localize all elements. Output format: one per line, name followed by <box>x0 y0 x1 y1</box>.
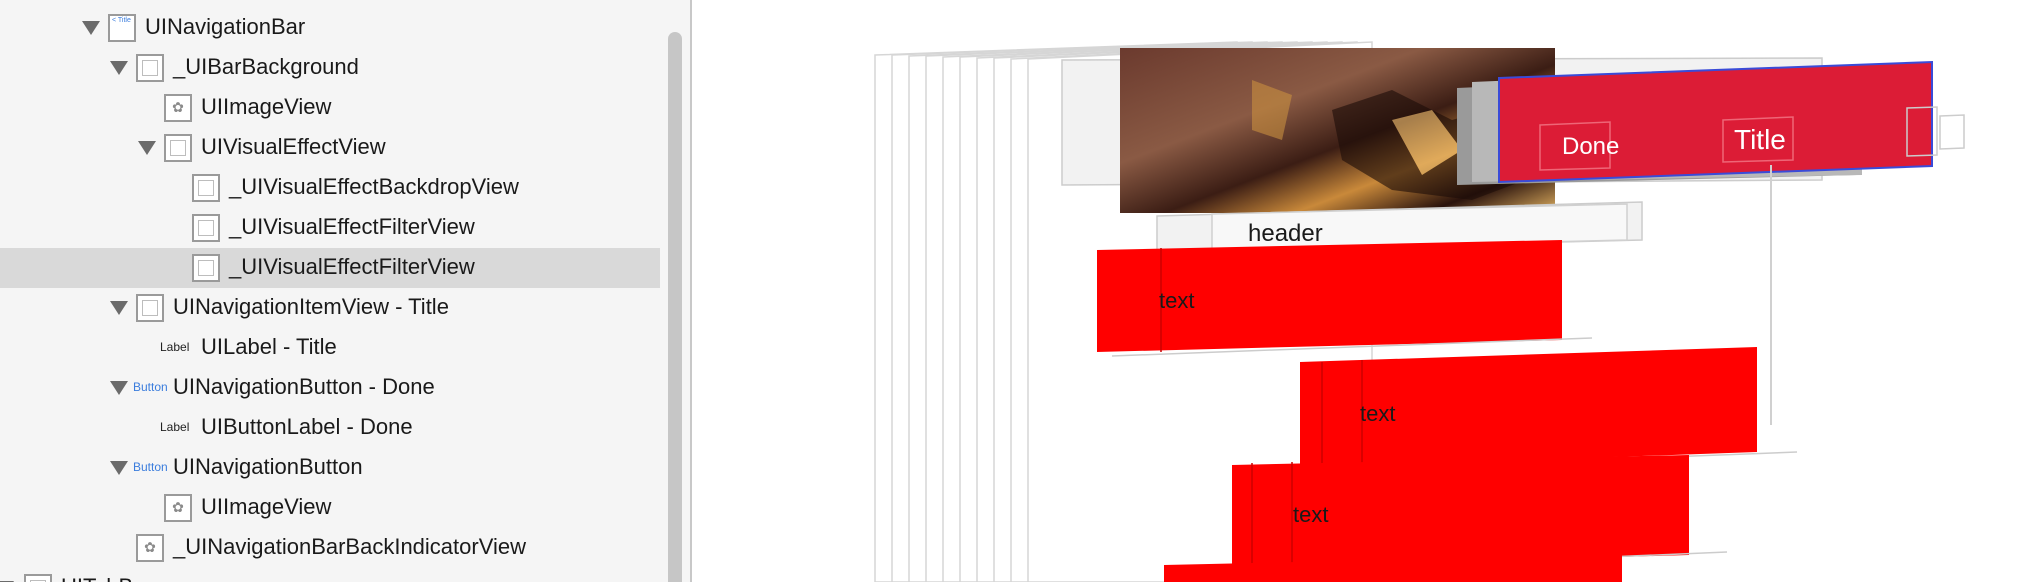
view-hierarchy-outline: < Title UINavigationBar _UIBarBackground… <box>0 0 690 582</box>
outline-row-label: UINavigationButton <box>173 454 363 479</box>
disclosure-triangle-icon[interactable] <box>82 21 100 35</box>
navigation-bar-icon: < Title <box>108 14 136 42</box>
button-icon: Button <box>133 380 168 394</box>
outline-row-label: UINavigationButton - Done <box>173 374 435 399</box>
nav-title-label: Title <box>1734 124 1786 155</box>
outline-row-label: UILabel - Title <box>201 334 337 359</box>
outline-row-navigationitemview[interactable]: UINavigationItemView - Title <box>0 288 660 328</box>
view-icon <box>192 254 220 282</box>
disclosure-triangle-icon[interactable] <box>138 141 156 155</box>
outline-row-navigationbutton[interactable]: Button UINavigationButton <box>0 448 660 488</box>
label-icon: Label <box>160 340 190 354</box>
cell-2-text: text <box>1360 401 1396 426</box>
view-icon <box>24 574 52 582</box>
outline-row-filterview[interactable]: _UIVisualEffectFilterView <box>0 208 660 248</box>
outline-row-label: _UIVisualEffectFilterView <box>229 254 475 279</box>
button-icon: Button <box>133 460 168 474</box>
outline-row-backdropview[interactable]: _UIVisualEffectBackdropView <box>0 168 660 208</box>
outline-row-label: _UIVisualEffectBackdropView <box>229 174 519 199</box>
outline-row-label: _UIBarBackground <box>173 54 359 79</box>
disclosure-triangle-icon[interactable] <box>110 61 128 75</box>
outline-row-uiimageview[interactable]: ✿ UIImageView <box>0 88 660 128</box>
outline-row-uitabbar[interactable]: UITabBar <box>0 568 660 582</box>
outline-row-filterview-selected[interactable]: _UIVisualEffectFilterView <box>0 248 660 288</box>
navigation-bar-layer <box>1498 60 1933 184</box>
outline-row-label: UITabBar <box>61 574 153 582</box>
view-icon <box>136 54 164 82</box>
outline-row-label: UIVisualEffectView <box>201 134 386 159</box>
section-header-label: header <box>1248 220 1323 247</box>
outline-row-label: UIButtonLabel - Done <box>201 414 413 439</box>
image-view-icon: ✿ <box>136 534 164 562</box>
disclosure-triangle-icon[interactable] <box>110 381 128 395</box>
outline-row-label: _UINavigationBarBackIndicatorView <box>173 534 526 559</box>
view-icon <box>164 134 192 162</box>
image-view-icon: ✿ <box>164 94 192 122</box>
outline-row-label: UIImageView <box>201 494 332 519</box>
back-indicator-frame <box>1939 114 1965 150</box>
outline-row-navigationbutton-done[interactable]: Button UINavigationButton - Done <box>0 368 660 408</box>
outline-row-uivisualeffectview[interactable]: UIVisualEffectView <box>0 128 660 168</box>
outline-row-uiimageview-2[interactable]: ✿ UIImageView <box>0 488 660 528</box>
outline-row-label: UINavigationBar <box>145 14 306 39</box>
disclosure-triangle-icon[interactable] <box>110 301 128 315</box>
image-view-icon: ✿ <box>164 494 192 522</box>
outline-row-label: UIImageView <box>201 94 332 119</box>
cell-3-text: text <box>1293 502 1329 527</box>
view-debugger-canvas[interactable]: Done Title header text text text <box>692 0 2028 582</box>
view-icon <box>192 214 220 242</box>
outline-row-label: UINavigationItemView - Title <box>173 294 449 319</box>
cell-1-text: text <box>1159 288 1195 313</box>
outline-row-uinavigationbar[interactable]: < Title UINavigationBar <box>0 8 660 48</box>
outline-scrollbar[interactable] <box>668 32 682 582</box>
outline-row-buttonlabel-done[interactable]: Label UIButtonLabel - Done <box>0 408 660 448</box>
exploded-view-layers <box>874 41 1965 582</box>
outline-row-uilabel-title[interactable]: Label UILabel - Title <box>0 328 660 368</box>
outline-row-uibarbackground[interactable]: _UIBarBackground <box>0 48 660 88</box>
outline-row-backindicatorview[interactable]: ✿ _UINavigationBarBackIndicatorView <box>0 528 660 568</box>
label-icon: Label <box>160 420 190 434</box>
view-icon <box>136 294 164 322</box>
done-button-label[interactable]: Done <box>1562 133 1619 161</box>
view-icon <box>192 174 220 202</box>
disclosure-triangle-icon[interactable] <box>110 461 128 475</box>
outline-row-label: _UIVisualEffectFilterView <box>229 214 475 239</box>
